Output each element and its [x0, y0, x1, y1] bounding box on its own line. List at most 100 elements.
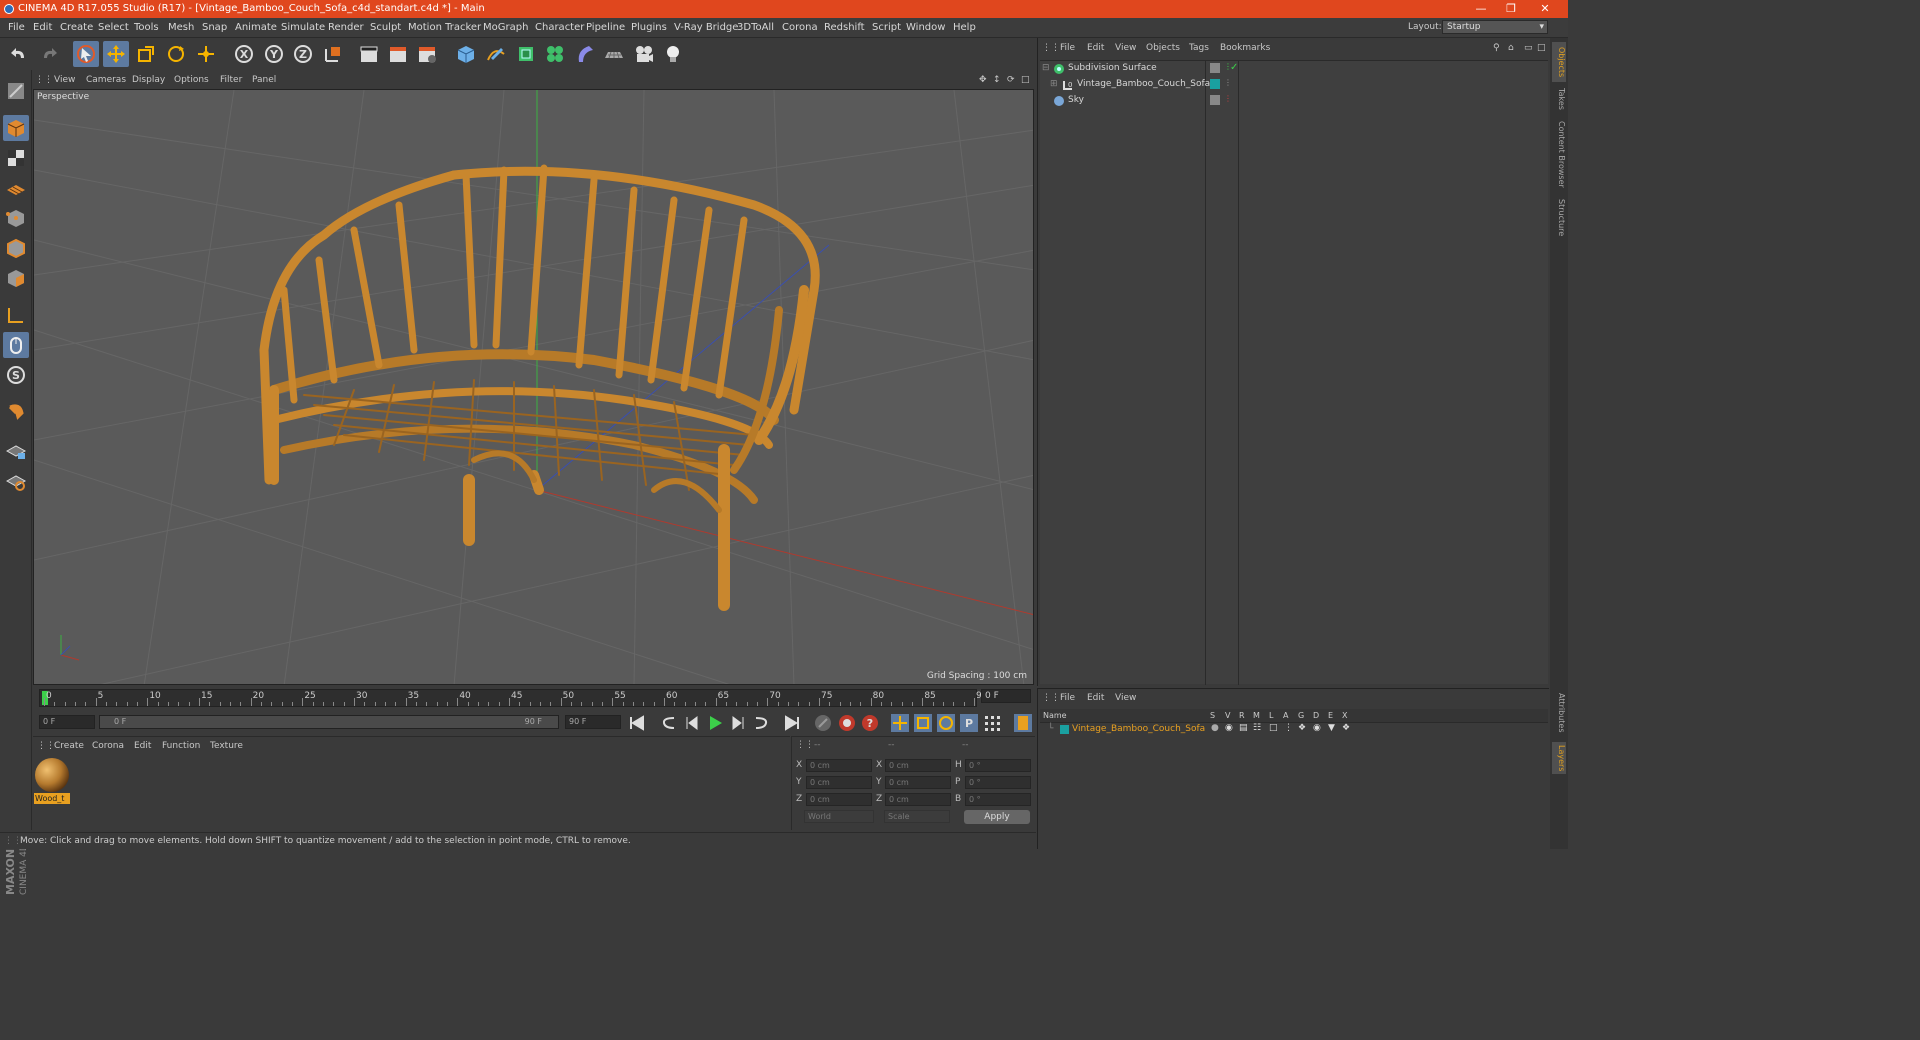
object-menu-file[interactable]: File	[1060, 43, 1075, 53]
column-xref[interactable]: X	[1342, 711, 1347, 720]
cloner-button[interactable]	[542, 41, 568, 67]
menu-sculpt[interactable]: Sculpt	[370, 22, 401, 33]
next-key-icon[interactable]	[751, 713, 771, 733]
layer-tag-icon[interactable]	[1210, 95, 1220, 105]
apply-button[interactable]: Apply	[964, 810, 1030, 824]
end-frame-field[interactable]: 90 F	[565, 715, 621, 729]
subdivision-surface-button[interactable]	[513, 41, 539, 67]
menu-animate[interactable]: Animate	[235, 22, 277, 33]
layer-menu-edit[interactable]: Edit	[1087, 693, 1104, 703]
menu-edit[interactable]: Edit	[33, 22, 52, 33]
column-locked[interactable]: L	[1269, 711, 1273, 720]
object-menu-tags[interactable]: Tags	[1189, 43, 1209, 53]
menu-mesh[interactable]: Mesh	[168, 22, 194, 33]
new-view-icon[interactable]: ▭	[1524, 43, 1533, 53]
object-menu-view[interactable]: View	[1115, 43, 1136, 53]
column-animation[interactable]: A	[1283, 711, 1288, 720]
tab-content-browser[interactable]: Content Browser	[1552, 118, 1566, 190]
enabled-check-icon[interactable]: ✓	[1230, 62, 1238, 73]
snap-button[interactable]: S	[3, 362, 29, 388]
viewport-menu-display[interactable]: Display	[132, 75, 165, 85]
spline-pen-button[interactable]	[483, 41, 509, 67]
menu-snap[interactable]: Snap	[202, 22, 227, 33]
menu-select[interactable]: Select	[98, 22, 129, 33]
menu-redshift[interactable]: Redshift	[824, 22, 865, 33]
column-name[interactable]: Name	[1043, 711, 1067, 720]
collapse-icon[interactable]: ⊟	[1042, 63, 1050, 73]
object-row[interactable]: Sky ⋮	[1040, 93, 1548, 109]
expression-toggle-icon[interactable]: ▼	[1328, 723, 1335, 733]
move-button[interactable]	[103, 41, 129, 67]
workplane-rotate-button[interactable]	[3, 468, 29, 494]
manager-toggle-icon[interactable]: ☷	[1253, 723, 1261, 733]
material-menu-create[interactable]: Create	[54, 741, 84, 751]
key-parameter-icon[interactable]: P	[959, 713, 979, 733]
z-axis-button[interactable]: Z	[290, 41, 316, 67]
y-axis-button[interactable]: Y	[261, 41, 287, 67]
pos-z-field[interactable]: 0 cm	[806, 793, 872, 806]
axis-mode-button[interactable]	[3, 302, 29, 328]
play-icon[interactable]	[705, 713, 725, 733]
key-scale-icon[interactable]	[913, 713, 933, 733]
workplane-mode-button[interactable]	[3, 175, 29, 201]
menu-tools[interactable]: Tools	[134, 22, 159, 33]
column-render[interactable]: R	[1239, 711, 1245, 720]
object-menu-edit[interactable]: Edit	[1087, 43, 1104, 53]
layer-color-icon[interactable]	[1060, 725, 1069, 734]
lock-workplane-button[interactable]	[3, 438, 29, 464]
frame-range-slider[interactable]: 0 F 90 F	[99, 715, 559, 729]
generator-toggle-icon[interactable]: ❖	[1298, 723, 1306, 733]
transform-button[interactable]	[193, 41, 219, 67]
key-rotation-icon[interactable]	[936, 713, 956, 733]
layer-color-icon[interactable]	[1210, 79, 1220, 89]
menu-window[interactable]: Window	[906, 22, 945, 33]
menu-file[interactable]: File	[8, 22, 25, 33]
object-menu-bookmarks[interactable]: Bookmarks	[1220, 43, 1270, 53]
menu-3dtoall[interactable]: 3DToAll	[737, 22, 774, 33]
menu-corona[interactable]: Corona	[782, 22, 818, 33]
viewport-menu-options[interactable]: Options	[174, 75, 209, 85]
view-toggle-icon[interactable]: ◉	[1225, 723, 1233, 733]
edges-mode-button[interactable]	[3, 235, 29, 261]
menu-create[interactable]: Create	[60, 22, 93, 33]
key-pla-icon[interactable]	[982, 713, 1002, 733]
tab-structure[interactable]: Structure	[1552, 196, 1566, 240]
restore-icon[interactable]: ❐	[1496, 0, 1526, 18]
rot-p-field[interactable]: 0 °	[965, 776, 1031, 789]
lock-toggle-icon[interactable]: □	[1269, 723, 1278, 733]
layer-menu-file[interactable]: File	[1060, 693, 1075, 703]
layer-row[interactable]: └ Vintage_Bamboo_Couch_Sofa ● ◉ ▤ ☷ □ ⋮ …	[1040, 723, 1548, 737]
cube-primitive-button[interactable]	[453, 41, 479, 67]
visibility-dots-icon[interactable]: ⋮	[1224, 78, 1232, 87]
column-generators[interactable]: G	[1298, 711, 1304, 720]
previous-frame-icon[interactable]	[683, 713, 703, 733]
search-icon[interactable]: ⚲	[1493, 43, 1500, 53]
material-menu-texture[interactable]: Texture	[210, 741, 243, 751]
previous-key-icon[interactable]	[659, 713, 679, 733]
tab-layers[interactable]: Layers	[1552, 742, 1566, 774]
menu-mograph[interactable]: MoGraph	[483, 22, 528, 33]
polygons-mode-button[interactable]	[3, 265, 29, 291]
column-deformers[interactable]: D	[1313, 711, 1319, 720]
light-button[interactable]	[660, 41, 686, 67]
object-row[interactable]: ⊞ 0 Vintage_Bamboo_Couch_Sofa ⋮	[1040, 77, 1548, 93]
size-y-field[interactable]: 0 cm	[885, 776, 951, 789]
menu-help[interactable]: Help	[953, 22, 976, 33]
viewport-dolly-icon[interactable]: ↕	[993, 75, 1001, 85]
xref-toggle-icon[interactable]: ❖	[1342, 723, 1350, 733]
menu-script[interactable]: Script	[872, 22, 901, 33]
menu-character[interactable]: Character	[535, 22, 584, 33]
floor-button[interactable]	[601, 41, 627, 67]
autokey-icon[interactable]: ?	[860, 713, 880, 733]
visibility-dots-icon[interactable]: ⋮	[1224, 94, 1232, 103]
layer-name[interactable]: Vintage_Bamboo_Couch_Sofa	[1072, 724, 1205, 734]
tab-objects[interactable]: Objects	[1552, 42, 1566, 82]
scale-button[interactable]	[133, 41, 159, 67]
column-expressions[interactable]: E	[1328, 711, 1333, 720]
column-solo[interactable]: S	[1210, 711, 1215, 720]
viewport-perspective[interactable]: Perspective Grid Spacing : 100 cm	[33, 89, 1034, 685]
live-selection-button[interactable]	[73, 41, 99, 67]
record-keys-icon[interactable]	[837, 713, 857, 733]
viewport-menu-filter[interactable]: Filter	[220, 75, 242, 85]
redo-button[interactable]	[36, 41, 62, 67]
